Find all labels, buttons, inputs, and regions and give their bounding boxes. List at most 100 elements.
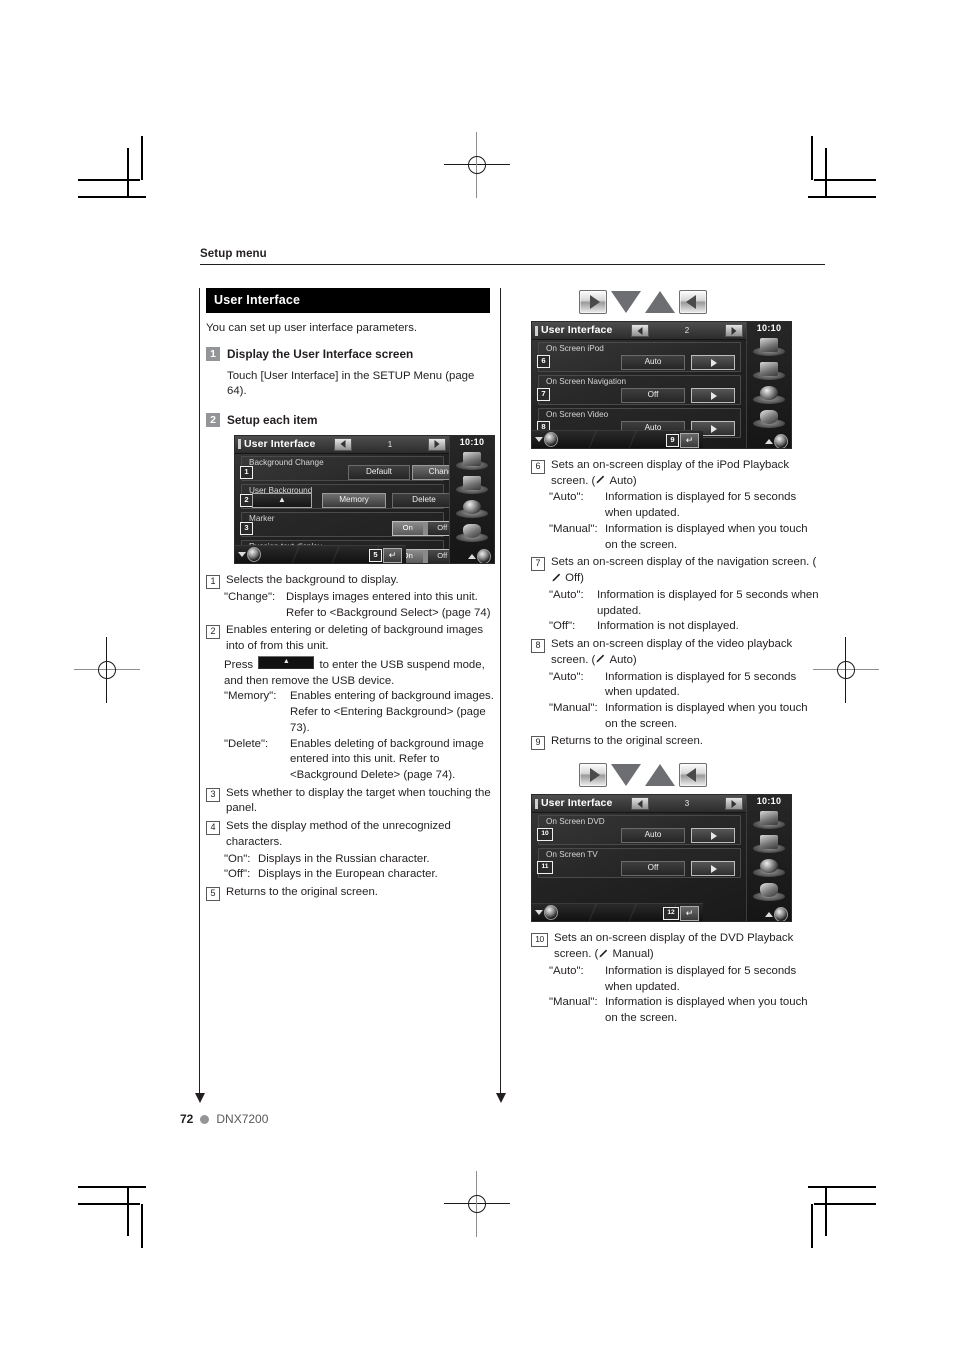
source-icon-tuner[interactable]	[753, 808, 785, 830]
marker-on-option[interactable]: On	[393, 521, 423, 535]
screen1-return-button[interactable]: ↵	[383, 547, 402, 563]
on-screen-dvd-value[interactable]: Auto	[621, 828, 685, 844]
on-screen-ipod-next-button[interactable]	[691, 355, 735, 370]
screen3-row1-label: On Screen DVD	[546, 817, 605, 827]
callout-6-sub-manual-key: "Manual":	[549, 522, 598, 535]
source-icon-usb[interactable]	[753, 832, 785, 854]
crop-mark-bottom-right-h2	[814, 1203, 876, 1205]
on-screen-dvd-next-button[interactable]	[691, 828, 735, 844]
callout-4-sub-on-key: "On":	[224, 852, 251, 865]
screen2-source-strip: 10:10	[746, 322, 791, 448]
screen3-callout-10: 10	[537, 828, 553, 842]
source-icon-audio[interactable]	[753, 880, 785, 902]
source-icon-usb[interactable]	[753, 359, 785, 380]
step-1-body: Touch [User Interface] in the SETUP Menu…	[227, 369, 475, 398]
screen1-next-page-button[interactable]	[428, 437, 446, 451]
callout-10: 10 Sets an on-screen display of the DVD …	[531, 931, 821, 962]
callout-4-sub-on: "On": Displays in the Russian character.	[224, 852, 496, 868]
screen3-volume-up-control[interactable]	[762, 906, 788, 922]
screen1-callout-5: 5	[369, 548, 382, 562]
callout-3: 3 Sets whether to display the target whe…	[206, 786, 496, 817]
screen2-title-bar: User Interface 2	[532, 322, 747, 340]
screen1-prev-page-button[interactable]	[334, 437, 352, 451]
step-2-title: Setup each item	[227, 413, 318, 428]
step-2: 2 Setup each item	[206, 413, 496, 428]
registration-target-right	[813, 637, 879, 703]
header-rule	[200, 264, 825, 266]
triangle-down-icon	[611, 291, 641, 313]
on-screen-tv-value[interactable]: Off	[621, 861, 685, 877]
screen1-source-strip: 10:10	[449, 435, 494, 563]
screen1-page-indicator: 1	[387, 439, 393, 449]
screen3-title-bar: User Interface 3	[532, 795, 747, 814]
on-screen-navigation-next-button[interactable]	[691, 388, 735, 403]
crop-mark-bottom-right-v2	[811, 1204, 813, 1248]
screen1-row-marker: Marker 3 On Off	[240, 511, 458, 537]
callout-10-sub-manual-value: Information is displayed when you touch …	[605, 996, 808, 1025]
crop-mark-top-right-v2	[811, 136, 813, 180]
source-icon-disc[interactable]	[456, 497, 488, 518]
screen3-return-button[interactable]: ↵	[680, 906, 699, 922]
screen2-volume-down-control[interactable]	[535, 432, 561, 447]
crop-mark-bottom-left-v2	[141, 1204, 143, 1248]
source-icon-tuner[interactable]	[456, 449, 488, 470]
source-icon-audio[interactable]	[456, 521, 488, 542]
right-column-rule	[495, 288, 506, 1103]
screen2-title: User Interface	[541, 324, 613, 336]
screen3-prev-page-button[interactable]	[631, 797, 649, 811]
default-setting-pencil-icon	[598, 948, 609, 959]
screen3-callout-12: 12	[663, 907, 679, 921]
callout-3-number: 3	[206, 787, 220, 802]
running-head: Setup menu	[200, 248, 267, 260]
screen3-volume-down-control[interactable]	[535, 905, 561, 921]
callout-4-sub-off-value: Displays in the European character.	[258, 868, 438, 881]
callout-8-number: 8	[531, 639, 545, 654]
crop-mark-top-right-h2	[814, 179, 876, 181]
source-icon-tuner[interactable]	[753, 335, 785, 356]
left-column: User Interface You can set up user inter…	[206, 288, 496, 902]
screen2-row1-label: On Screen iPod	[546, 344, 604, 353]
arrow-right-button-icon	[579, 290, 607, 314]
screen2-volume-up-control[interactable]	[762, 433, 788, 448]
memory-button[interactable]: Memory	[322, 492, 386, 508]
screen2-return-button[interactable]: ↵	[680, 433, 699, 448]
crop-mark-top-left-h2	[78, 179, 140, 181]
right-callout-list-a: 6 Sets an on-screen display of the iPod …	[531, 458, 821, 751]
screen2-row3-label: On Screen Video	[546, 410, 609, 419]
source-icon-disc[interactable]	[753, 856, 785, 878]
default-button[interactable]: Default	[348, 464, 410, 480]
screen1-callout-3: 3	[240, 521, 253, 535]
usb-eject-button[interactable]: ▲	[252, 492, 312, 508]
screen3-next-page-button[interactable]	[725, 797, 743, 811]
on-screen-tv-next-button[interactable]	[691, 861, 735, 877]
callout-6-sub-auto: "Auto": Information is displayed for 5 s…	[549, 490, 821, 521]
step-1: 1 Display the User Interface screen	[206, 347, 496, 362]
callout-2-sub-memory: "Memory": Enables entering of background…	[224, 689, 496, 736]
screen2-next-page-button[interactable]	[725, 324, 743, 337]
on-screen-ipod-value[interactable]: Auto	[621, 355, 685, 370]
callout-7-sub-off-value: Information is not displayed.	[597, 620, 739, 633]
callout-1-text: Selects the background to display.	[226, 573, 399, 586]
screen2-prev-page-button[interactable]	[631, 324, 649, 337]
source-icon-usb[interactable]	[456, 473, 488, 494]
delete-button[interactable]: Delete	[392, 492, 456, 508]
screen2-callout-9: 9	[666, 434, 679, 447]
volume-up-control[interactable]	[465, 548, 491, 563]
callout-7-sub-auto: "Auto": Information is displayed for 5 s…	[549, 588, 821, 619]
callout-10-sub-auto: "Auto": Information is displayed for 5 s…	[549, 964, 821, 995]
step-1-number: 1	[206, 347, 220, 361]
callout-4-sub-off: "Off": Displays in the European characte…	[224, 867, 496, 883]
arrow-left-button-icon	[679, 763, 707, 788]
screen1-bottom-bar: 5 ↵	[235, 544, 406, 563]
volume-down-control[interactable]	[238, 546, 264, 562]
screen2-callout-6: 6	[537, 355, 550, 368]
right-column: User Interface 2 On Screen iPod 6 Auto O…	[531, 288, 821, 1027]
callout-1-number: 1	[206, 574, 220, 589]
on-screen-navigation-value[interactable]: Off	[621, 388, 685, 403]
callout-10-text: Sets an on-screen display of the DVD Pla…	[554, 931, 821, 962]
source-icon-audio[interactable]	[753, 407, 785, 428]
callout-1: 1 Selects the background to display.	[206, 573, 496, 589]
screen1-title-bar: User Interface 1	[235, 435, 450, 454]
source-icon-disc[interactable]	[753, 383, 785, 404]
registration-target-top	[444, 132, 510, 198]
